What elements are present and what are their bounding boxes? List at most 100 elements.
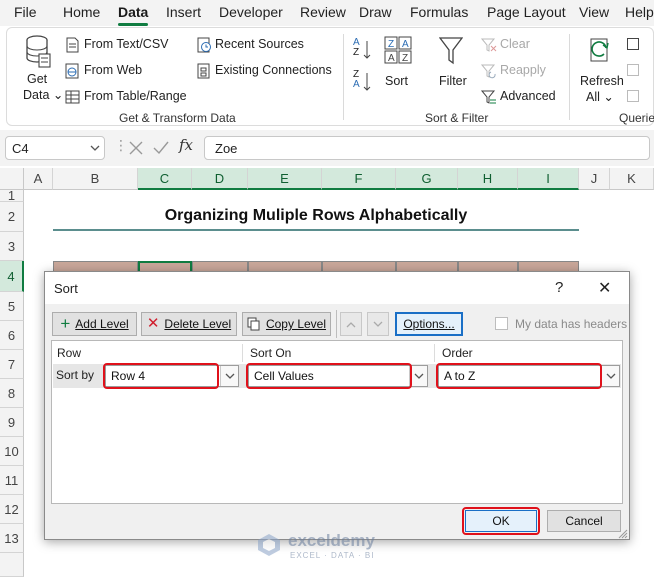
recent-sources-button[interactable]: Recent Sources xyxy=(195,36,325,54)
from-web-button[interactable]: From Web xyxy=(63,62,183,80)
close-icon[interactable]: ✕ xyxy=(598,278,611,298)
row-header-11[interactable]: 11 xyxy=(0,466,24,495)
advanced-filter-icon xyxy=(481,90,496,104)
menu-help[interactable]: Help xyxy=(625,4,654,20)
column-divider xyxy=(242,344,243,362)
clear-button[interactable]: Clear xyxy=(479,36,549,54)
menu-bar: File Home Data Insert Developer Review D… xyxy=(0,0,654,26)
menu-file[interactable]: File xyxy=(14,4,37,20)
help-icon[interactable]: ? xyxy=(555,279,563,296)
options-label: Options... xyxy=(403,317,455,331)
col-header-i[interactable]: I xyxy=(518,168,579,190)
resize-grip-icon[interactable] xyxy=(617,528,628,539)
menu-data[interactable]: Data xyxy=(118,4,148,20)
add-level-button[interactable]: + Add Level xyxy=(52,312,137,336)
sort-button[interactable]: Z A A Z Sort xyxy=(381,32,415,104)
clear-label: Clear xyxy=(500,37,530,51)
arrow-down-icon xyxy=(363,73,371,91)
dialog-title: Sort xyxy=(54,281,78,296)
reapply-button[interactable]: Reapply xyxy=(479,62,559,80)
formula-input[interactable]: Zoe xyxy=(204,136,650,160)
ribbon: Get Data ⌄ From Text/CSV From Web From T… xyxy=(6,27,654,126)
get-data-button[interactable]: Get Data ⌄ xyxy=(13,32,63,104)
ribbon-separator xyxy=(343,34,344,120)
chevron-down-icon xyxy=(90,145,100,151)
row-header-9[interactable]: 9 xyxy=(0,408,24,437)
sort-z-to-a-button[interactable]: Z A xyxy=(351,69,375,94)
insert-function-icon[interactable]: fx xyxy=(179,136,193,154)
refresh-all-button[interactable]: Refresh All ⌄ xyxy=(575,32,624,104)
options-button[interactable]: Options... xyxy=(395,312,463,336)
col-header-a[interactable]: A xyxy=(24,168,53,190)
copy-level-label: Copy Level xyxy=(265,317,327,331)
row-header-12[interactable]: 12 xyxy=(0,495,24,524)
col-header-j[interactable]: J xyxy=(579,168,610,190)
menu-developer[interactable]: Developer xyxy=(219,4,283,20)
delete-level-button[interactable]: ✕ Delete Level xyxy=(141,312,237,336)
existing-connections-label: Existing Connections xyxy=(215,63,332,77)
row-header-14-partial[interactable] xyxy=(0,553,24,577)
cancel-entry-icon[interactable] xyxy=(128,140,144,156)
row-header-7[interactable]: 7 xyxy=(0,350,24,379)
sort-a-to-z-button[interactable]: A Z xyxy=(351,37,375,62)
menu-view[interactable]: View xyxy=(579,4,609,20)
menu-page-layout[interactable]: Page Layout xyxy=(487,4,566,20)
get-data-label-1: Get xyxy=(27,72,48,86)
col-header-k[interactable]: K xyxy=(610,168,654,190)
confirm-entry-icon[interactable] xyxy=(153,140,169,156)
row-header-10[interactable]: 10 xyxy=(0,437,24,466)
copy-level-button[interactable]: Copy Level xyxy=(242,312,331,336)
row-header-8[interactable]: 8 xyxy=(0,379,24,408)
existing-connections-button[interactable]: Existing Connections xyxy=(195,62,335,80)
row-header-13[interactable]: 13 xyxy=(0,524,24,553)
col-header-h[interactable]: H xyxy=(458,168,518,190)
col-header-g[interactable]: G xyxy=(396,168,458,190)
delete-x-icon: ✕ xyxy=(146,315,160,332)
svg-text:Z: Z xyxy=(388,39,394,50)
row-header-4[interactable]: 4 xyxy=(0,261,24,292)
sort-dialog: Sort ? ✕ + Add Level ✕ Delete Level Copy… xyxy=(44,271,630,540)
row-header-3[interactable]: 3 xyxy=(0,232,24,261)
refresh-label-2: All ⌄ xyxy=(586,90,614,104)
menu-insert[interactable]: Insert xyxy=(166,4,201,20)
row-header-1[interactable]: 1 xyxy=(0,190,24,202)
database-icon xyxy=(26,35,51,68)
advanced-button[interactable]: Advanced xyxy=(479,88,569,106)
order-select-arrow[interactable] xyxy=(601,366,619,386)
row-select-highlight xyxy=(103,363,219,389)
menu-draw[interactable]: Draw xyxy=(359,4,392,20)
formula-bar-grip-icon: ⋮ xyxy=(114,137,128,153)
col-header-e[interactable]: E xyxy=(248,168,322,190)
move-up-button[interactable] xyxy=(340,312,362,336)
headers-checkbox-label: My data has headers xyxy=(515,317,628,331)
name-box-value: C4 xyxy=(12,141,29,156)
refresh-icon xyxy=(590,38,609,62)
delete-level-label: Delete Level xyxy=(164,317,232,331)
col-header-f[interactable]: F xyxy=(322,168,396,190)
row-header-5[interactable]: 5 xyxy=(0,292,24,321)
col-header-b[interactable]: B xyxy=(53,168,138,190)
recent-sources-icon xyxy=(197,37,211,53)
filter-button[interactable]: Filter xyxy=(433,32,469,104)
from-table-range-button[interactable]: From Table/Range xyxy=(63,88,193,106)
row-header-6[interactable]: 6 xyxy=(0,321,24,350)
cancel-button[interactable]: Cancel xyxy=(547,510,621,532)
exceldemy-logo-icon xyxy=(258,534,280,556)
from-text-csv-button[interactable]: From Text/CSV xyxy=(63,36,183,54)
queries-small-buttons[interactable] xyxy=(627,36,653,106)
row-header-2[interactable]: 2 xyxy=(0,202,24,232)
chevron-up-icon xyxy=(346,321,356,327)
name-box[interactable]: C4 xyxy=(5,136,105,160)
from-web-label: From Web xyxy=(84,63,143,77)
move-down-button[interactable] xyxy=(367,312,389,336)
headers-checkbox[interactable] xyxy=(495,317,508,330)
menu-formulas[interactable]: Formulas xyxy=(410,4,468,20)
menu-home[interactable]: Home xyxy=(63,4,100,20)
col-header-c[interactable]: C xyxy=(138,168,192,190)
col-header-d[interactable]: D xyxy=(192,168,248,190)
row-select-arrow[interactable] xyxy=(220,366,238,386)
menu-review[interactable]: Review xyxy=(300,4,346,20)
reapply-label: Reapply xyxy=(500,63,546,77)
advanced-label: Advanced xyxy=(500,89,556,103)
select-all-corner[interactable] xyxy=(0,168,24,190)
